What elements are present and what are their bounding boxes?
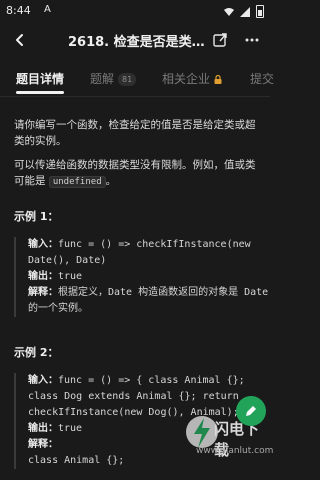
tab-submissions[interactable]: 提交: [250, 70, 274, 87]
signal-icon: [240, 6, 250, 17]
description-paragraph-1: 请你编写一个函数，检查给定的值是否是给定类或超类的实例。: [14, 119, 256, 147]
example-1-title: 示例 1：: [14, 210, 59, 223]
wifi-icon: [224, 7, 234, 16]
share-icon[interactable]: [212, 32, 228, 48]
tab-solutions[interactable]: 题解 81: [90, 70, 137, 87]
solutions-count-badge: 81: [118, 73, 137, 86]
example-1-input-label: 输入：: [28, 239, 58, 250]
example-1-input: func = () => checkIfInstance(new Date(),…: [28, 239, 257, 266]
example-1-output-label: 输出：: [28, 271, 58, 282]
example-2-title: 示例 2：: [14, 346, 59, 359]
inline-code-undefined: undefined: [48, 176, 106, 188]
page-title: 2618. 检查是否是类的...: [68, 35, 208, 50]
toolbar: 2618. 检查是否是类的...: [0, 22, 270, 58]
example-2-explain-label: 解释：: [28, 439, 58, 450]
chevron-left-icon: [16, 34, 23, 46]
example-2-output-label: 输出：: [28, 423, 58, 434]
tab-submissions-label: 提交: [250, 72, 275, 86]
watermark-site: www.dianlut.com: [196, 446, 274, 456]
lock-icon: [214, 75, 222, 84]
edit-fab-button[interactable]: [236, 396, 266, 426]
example-1-block: 输入：func = () => checkIfInstance(new Date…: [14, 237, 270, 317]
sim-indicator: A: [44, 4, 51, 15]
active-tab-indicator: [16, 91, 64, 94]
status-bar: 8:44 A: [0, 0, 270, 22]
battery-icon: [256, 5, 264, 18]
back-button[interactable]: [10, 30, 30, 50]
example-1-output: true: [58, 271, 83, 282]
example-2-input-label: 输入：: [28, 375, 58, 386]
description-paragraph-2: 可以传递给函数的数据类型没有限制。例如，值或类可能是 undefined。: [14, 157, 260, 190]
para2-end: 。: [105, 175, 117, 187]
example-1-explain: 根据定义，Date 构造函数返回的对象是 Date 的一个实例。: [28, 287, 269, 314]
status-time: 8:44: [6, 4, 31, 17]
tab-description[interactable]: 题目详情: [16, 70, 64, 87]
tab-description-label: 题目详情: [16, 72, 65, 86]
tab-solutions-label: 题解: [90, 72, 115, 86]
status-icons: [224, 5, 264, 18]
tab-companies[interactable]: 相关企业: [162, 70, 222, 87]
tab-companies-label: 相关企业: [162, 72, 211, 86]
example-1-explain-label: 解释：: [28, 287, 58, 298]
more-icon[interactable]: [244, 32, 260, 48]
example-2-output: true: [58, 423, 83, 434]
tab-bar: 题目详情 题解 81 相关企业 提交: [0, 62, 274, 97]
pencil-icon: [246, 406, 256, 416]
